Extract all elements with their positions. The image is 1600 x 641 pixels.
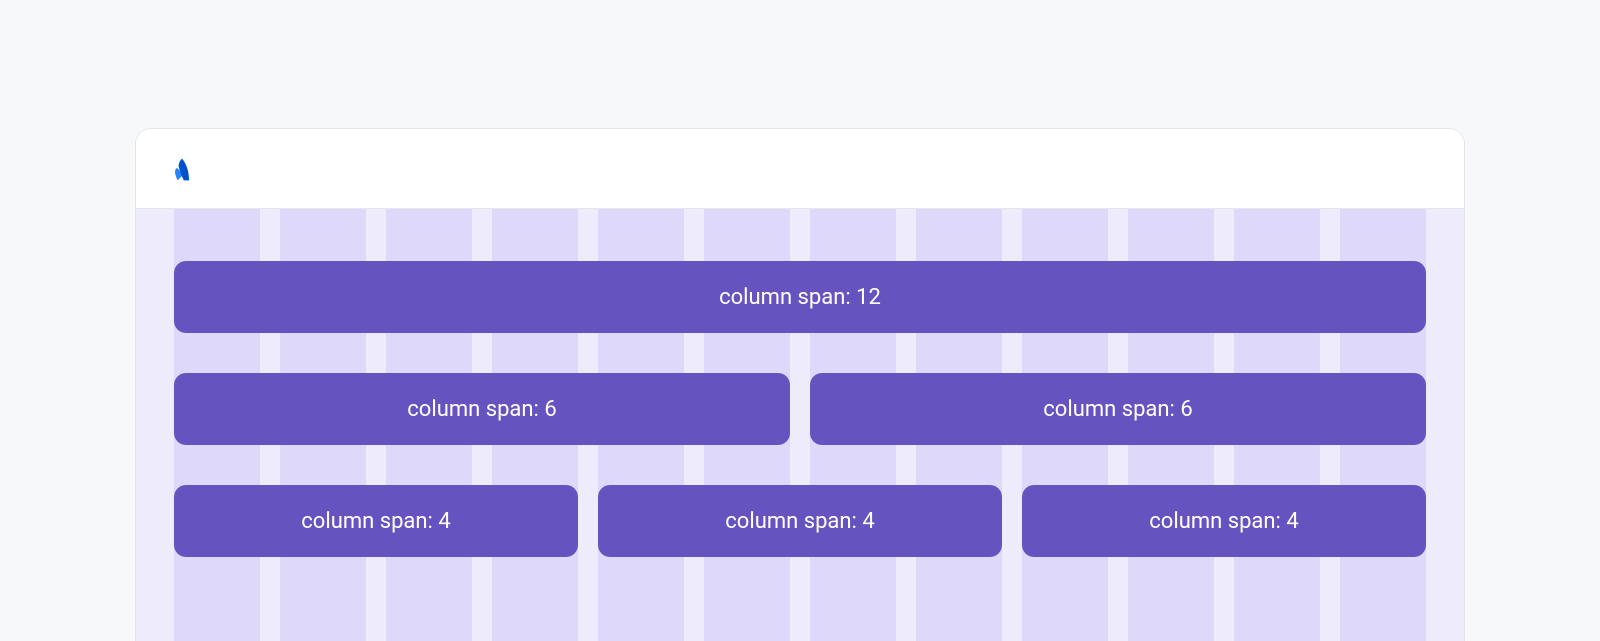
header-bar bbox=[136, 129, 1464, 209]
atlassian-logo-icon bbox=[168, 155, 196, 183]
block-label: column span: 4 bbox=[725, 509, 874, 534]
grid-block-span-6: column span: 6 bbox=[810, 373, 1426, 445]
grid-row: column span: 6 column span: 6 bbox=[174, 373, 1426, 445]
block-label: column span: 4 bbox=[1149, 509, 1298, 534]
grid-demo-area: column span: 12 column span: 6 column sp… bbox=[136, 209, 1464, 641]
grid-row: column span: 4 column span: 4 column spa… bbox=[174, 485, 1426, 557]
grid-block-span-12: column span: 12 bbox=[174, 261, 1426, 333]
block-label: column span: 12 bbox=[719, 285, 881, 310]
block-label: column span: 6 bbox=[407, 397, 556, 422]
block-label: column span: 6 bbox=[1043, 397, 1192, 422]
grid-block-span-6: column span: 6 bbox=[174, 373, 790, 445]
example-card: column span: 12 column span: 6 column sp… bbox=[135, 128, 1465, 641]
grid-block-span-4: column span: 4 bbox=[1022, 485, 1426, 557]
grid-rows: column span: 12 column span: 6 column sp… bbox=[174, 261, 1426, 557]
grid-block-span-4: column span: 4 bbox=[174, 485, 578, 557]
grid-row: column span: 12 bbox=[174, 261, 1426, 333]
grid-block-span-4: column span: 4 bbox=[598, 485, 1002, 557]
block-label: column span: 4 bbox=[301, 509, 450, 534]
